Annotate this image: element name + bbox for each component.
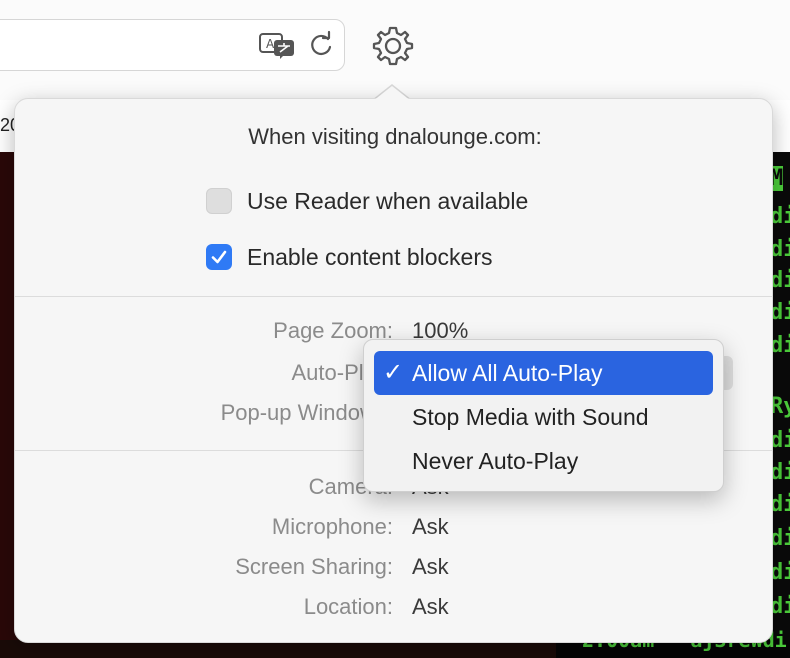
- content-blockers-checkbox[interactable]: [206, 244, 232, 270]
- page-fragment-right: di: [770, 526, 790, 551]
- menu-item-label: Never Auto-Play: [412, 447, 579, 474]
- content-blockers-option[interactable]: Enable content blockers: [206, 242, 493, 272]
- content-blockers-label: Enable content blockers: [247, 243, 493, 270]
- menu-item-stop-media-with-sound[interactable]: Stop Media with Sound: [374, 395, 713, 439]
- location-label: Location:: [303, 594, 393, 619]
- page-fragment-right: Ry: [770, 394, 790, 419]
- popover-title: When visiting dnalounge.com:: [248, 124, 542, 149]
- location-value[interactable]: Ask: [412, 594, 449, 620]
- gear-icon[interactable]: [372, 24, 414, 66]
- checkmark-icon: ✓: [383, 359, 404, 386]
- screen-sharing-label: Screen Sharing:: [235, 554, 393, 579]
- svg-text:A: A: [266, 37, 275, 51]
- page-fragment-right: di: [770, 460, 790, 485]
- page-fragment-right: di: [770, 237, 790, 262]
- menu-item-allow-all-auto-play[interactable]: ✓ Allow All Auto-Play: [374, 351, 713, 395]
- reader-checkbox[interactable]: [206, 188, 232, 214]
- menu-item-never-auto-play[interactable]: Never Auto-Play: [374, 439, 713, 483]
- popover-arrow-fill: [373, 86, 411, 101]
- screen-sharing-value[interactable]: Ask: [412, 554, 449, 580]
- page-fragment-right: di: [770, 492, 790, 517]
- page-fragment-right: di: [770, 333, 790, 358]
- page-fragment-right: di: [770, 268, 790, 293]
- translate-icon[interactable]: A: [258, 32, 298, 60]
- page-fragment-right: di: [770, 560, 790, 585]
- reader-option[interactable]: Use Reader when available: [206, 186, 528, 216]
- page-fragment-right: di: [770, 204, 790, 229]
- divider: [15, 296, 772, 297]
- microphone-label: Microphone:: [271, 514, 393, 539]
- checkmark-icon: [211, 250, 227, 264]
- page-fragment-right: di: [770, 594, 790, 619]
- menu-item-label: Stop Media with Sound: [412, 403, 649, 430]
- reload-icon[interactable]: [306, 30, 336, 60]
- reader-label: Use Reader when available: [247, 187, 529, 214]
- menu-item-label: Allow All Auto-Play: [412, 359, 603, 386]
- microphone-value[interactable]: Ask: [412, 514, 449, 540]
- page-fragment-right: di: [770, 300, 790, 325]
- page-fragment-right: di: [770, 428, 790, 453]
